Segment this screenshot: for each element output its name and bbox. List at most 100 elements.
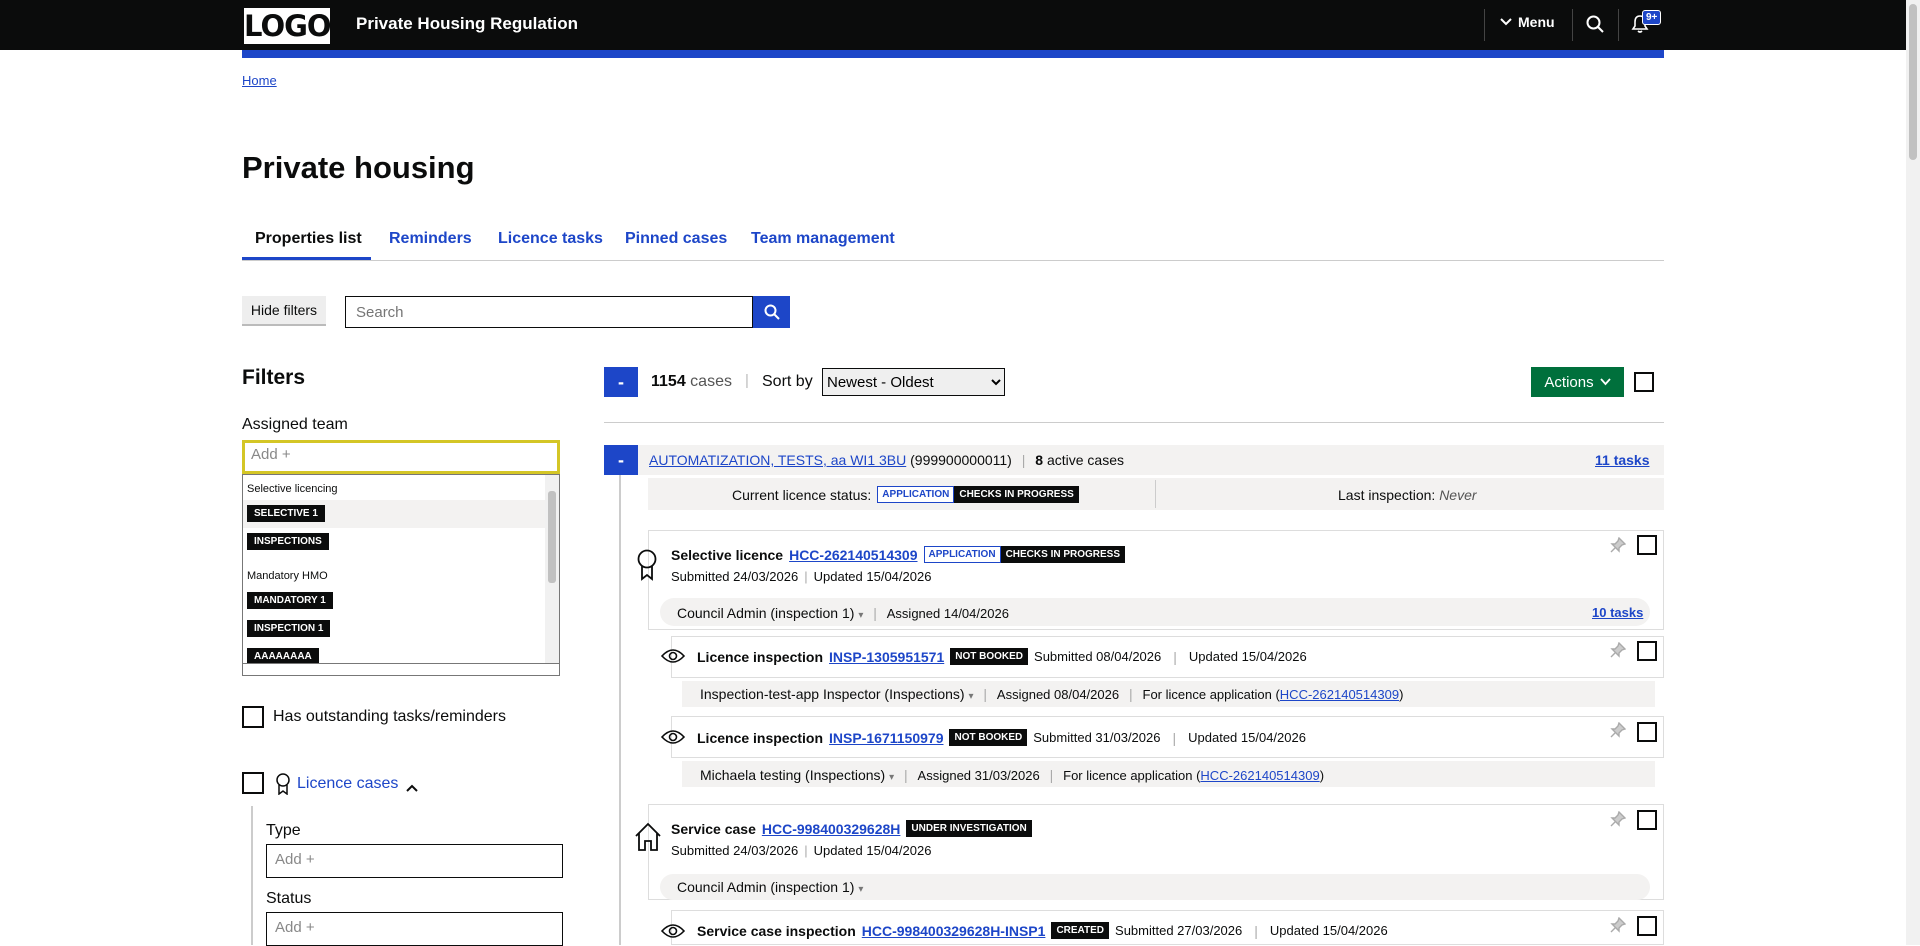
dropdown-scrollbar-thumb[interactable] <box>548 491 556 583</box>
for-licence-link[interactable]: HCC-262140514309 <box>1280 687 1399 702</box>
case-ref-link[interactable]: HCC-998400329628H <box>762 821 901 837</box>
assignee-select[interactable]: Council Admin (inspection 1) <box>677 879 854 895</box>
tab-reminders[interactable]: Reminders <box>389 230 472 248</box>
pin-icon[interactable] <box>1610 641 1627 662</box>
chevron-down-icon <box>1500 18 1512 26</box>
case-tasks-link[interactable]: 10 tasks <box>1592 605 1643 620</box>
pin-icon[interactable] <box>1610 721 1627 742</box>
property-tasks-link[interactable]: 11 tasks <box>1595 452 1650 468</box>
active-tab-indicator <box>242 257 371 260</box>
outstanding-tasks-checkbox[interactable] <box>242 706 264 728</box>
property-uprn: (999900000011) <box>910 452 1012 468</box>
licence-cases-checkbox[interactable] <box>242 772 264 794</box>
caret-down-icon[interactable]: ▾ <box>858 884 863 895</box>
status-badge: NOT BOOKED <box>949 729 1028 746</box>
case-select-checkbox[interactable] <box>1637 916 1657 936</box>
tab-bar: Properties list Reminders Licence tasks … <box>242 226 1664 261</box>
active-case-count: 8 <box>1035 452 1044 468</box>
app-title[interactable]: Private Housing Regulation <box>356 14 578 34</box>
breadcrumb-home[interactable]: Home <box>242 73 277 88</box>
case-select-checkbox[interactable] <box>1637 722 1657 742</box>
search-icon[interactable] <box>1586 15 1604 37</box>
submitted-date: Submitted 31/03/2026 <box>1033 730 1161 745</box>
caret-down-icon[interactable]: ▾ <box>968 691 973 702</box>
pin-icon[interactable] <box>1610 916 1627 937</box>
submitted-date: Submitted 24/03/2026 <box>671 569 799 584</box>
chevron-up-icon[interactable] <box>406 779 418 796</box>
actions-label: Actions <box>1544 373 1594 391</box>
status-input[interactable]: Add + <box>266 912 563 946</box>
last-inspection-label: Last inspection: <box>1338 487 1436 503</box>
tab-properties-list[interactable]: Properties list <box>255 230 362 248</box>
page-scrollbar-thumb[interactable] <box>1909 4 1917 160</box>
for-licence-link[interactable]: HCC-262140514309 <box>1200 768 1319 783</box>
status-badge: CHECKS IN PROGRESS <box>954 486 1079 503</box>
for-licence-close: ) <box>1399 687 1404 702</box>
header-divider <box>1618 9 1619 41</box>
house-icon <box>634 822 662 856</box>
for-licence-close: ) <box>1319 768 1325 783</box>
assignment: Michaela testing (Inspections) ▾ | Assig… <box>700 767 1324 783</box>
pin-icon[interactable] <box>1610 810 1627 831</box>
case-ref-link[interactable]: INSP-1305951571 <box>829 649 944 665</box>
licence-cases-toggle[interactable]: Licence cases <box>297 775 398 793</box>
search-button[interactable] <box>753 296 790 328</box>
award-icon <box>275 773 291 799</box>
last-inspection-value: Never <box>1439 487 1477 503</box>
tab-licence-tasks[interactable]: Licence tasks <box>498 230 603 248</box>
updated-date: Updated 15/04/2026 <box>1269 923 1388 938</box>
for-licence-label: For licence application ( <box>1142 687 1280 702</box>
case-count-suffix: cases <box>690 373 732 390</box>
case-select-checkbox[interactable] <box>1637 535 1657 555</box>
search-input[interactable] <box>345 296 753 328</box>
dropdown-option[interactable]: INSPECTION 1 <box>247 620 331 637</box>
status-badge: CREATED <box>1051 922 1110 939</box>
sort-select[interactable]: Newest - Oldest <box>822 368 1005 396</box>
accent-bar <box>242 50 1664 58</box>
assigned-team-input[interactable]: Add + <box>242 440 560 474</box>
header-divider <box>1484 9 1485 41</box>
dropdown-underlay <box>242 664 560 676</box>
status-badge: NOT BOOKED <box>950 648 1029 665</box>
case-ref-link[interactable]: HCC-262140514309 <box>789 547 917 563</box>
caret-down-icon[interactable]: ▾ <box>858 610 863 621</box>
hide-filters-button[interactable]: Hide filters <box>242 296 326 326</box>
collapse-all-button[interactable]: - <box>604 367 638 397</box>
assignee-select[interactable]: Inspection-test-app Inspector (Inspectio… <box>700 686 965 702</box>
dropdown-option[interactable]: MANDATORY 1 <box>247 592 333 609</box>
collapse-property-button[interactable]: - <box>604 445 638 475</box>
pin-icon[interactable] <box>1610 536 1627 557</box>
inspection-title-row: Service case inspection HCC-998400329628… <box>697 922 1388 939</box>
type-input[interactable]: Add + <box>266 844 563 878</box>
case-select-checkbox[interactable] <box>1637 641 1657 661</box>
assigned-date: Assigned 31/03/2026 <box>917 768 1040 783</box>
property-address-link[interactable]: AUTOMATIZATION, TESTS, aa WI1 3BU <box>649 452 906 468</box>
separator: | <box>983 686 988 702</box>
tab-pinned-cases[interactable]: Pinned cases <box>625 230 727 248</box>
dropdown-option[interactable]: AAAAAAAA <box>247 648 319 663</box>
property-summary: AUTOMATIZATION, TESTS, aa WI1 3BU (99990… <box>649 452 1124 468</box>
dropdown-option[interactable]: SELECTIVE 1 <box>247 505 325 522</box>
actions-button[interactable]: Actions <box>1531 367 1624 397</box>
assignee-select[interactable]: Michaela testing (Inspections) <box>700 767 885 783</box>
separator: | <box>1021 452 1026 468</box>
dropdown-option[interactable]: INSPECTIONS <box>247 533 329 550</box>
caret-down-icon[interactable]: ▾ <box>889 772 894 783</box>
case-ref-link[interactable]: INSP-1671150979 <box>829 730 943 746</box>
eye-icon <box>660 923 686 943</box>
inspection-title-row: Licence inspection INSP-1305951571 NOT B… <box>697 648 1307 665</box>
separator: | <box>804 569 808 584</box>
logo[interactable]: LOGO <box>244 8 332 44</box>
notifications-badge: 9+ <box>1642 10 1662 25</box>
select-all-checkbox[interactable] <box>1634 372 1654 392</box>
assignee-select[interactable]: Council Admin (inspection 1) <box>677 605 854 621</box>
case-ref-link[interactable]: HCC-998400329628H-INSP1 <box>862 923 1046 939</box>
case-select-checkbox[interactable] <box>1637 810 1657 830</box>
tab-team-management[interactable]: Team management <box>751 230 895 248</box>
dropdown-group-label: Selective licencing <box>247 483 338 495</box>
property-group-rule <box>619 475 621 945</box>
case-dates: Submitted 24/03/2026 | Updated 15/04/2026 <box>671 843 931 858</box>
menu-button[interactable]: Menu <box>1500 14 1555 30</box>
assignment: Council Admin (inspection 1) ▾ | Assigne… <box>677 605 1009 621</box>
separator: | <box>1254 922 1258 939</box>
